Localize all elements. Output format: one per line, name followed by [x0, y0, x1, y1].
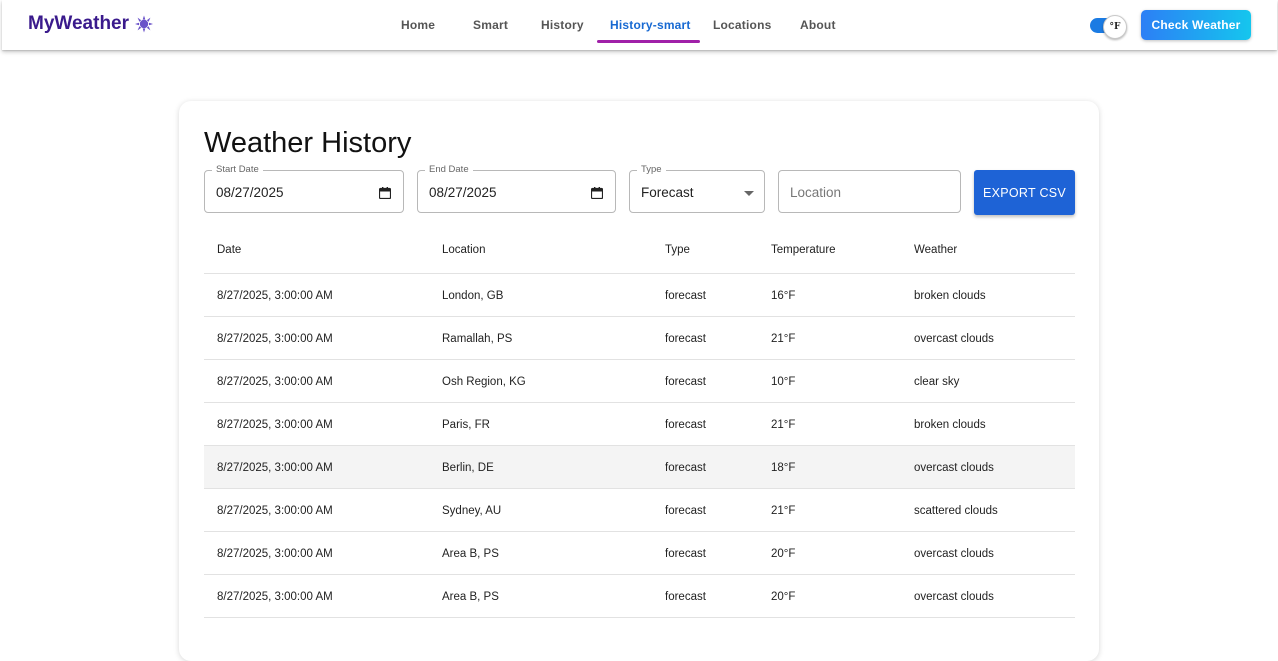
- start-date-label: Start Date: [212, 164, 263, 176]
- start-date-field[interactable]: Start Date 08/27/2025: [204, 164, 404, 213]
- end-date-label: End Date: [425, 164, 473, 176]
- table-cell-location: Area B, PS: [442, 548, 499, 560]
- table-cell-location: London, GB: [442, 290, 504, 302]
- table-row[interactable]: 8/27/2025, 3:00:00 AM Berlin, DE forecast 1…: [204, 446, 1075, 489]
- end-date-field[interactable]: End Date 08/27/2025: [417, 164, 616, 213]
- table-cell-temperature: 21°F: [771, 505, 796, 517]
- table-cell-type: forecast: [665, 462, 706, 474]
- table-cell-type: forecast: [665, 376, 706, 388]
- table-cell-location: Berlin, DE: [442, 462, 494, 474]
- table-cell-weather: overcast clouds: [914, 591, 994, 603]
- table-cell-date: 8/27/2025, 3:00:00 AM: [217, 419, 333, 431]
- nav-history[interactable]: History: [541, 18, 584, 32]
- chevron-down-icon: [744, 191, 754, 196]
- table-cell-weather: overcast clouds: [914, 548, 994, 560]
- table-cell-date: 8/27/2025, 3:00:00 AM: [217, 505, 333, 517]
- calendar-icon[interactable]: [590, 186, 604, 204]
- page-title: Weather History: [204, 127, 412, 159]
- column-header-weather[interactable]: Weather: [914, 244, 957, 256]
- column-header-date[interactable]: Date: [217, 244, 241, 256]
- check-weather-button[interactable]: Check Weather: [1141, 10, 1251, 40]
- location-placeholder: Location: [790, 185, 842, 200]
- table-cell-temperature: 10°F: [771, 376, 796, 388]
- table-cell-date: 8/27/2025, 3:00:00 AM: [217, 462, 333, 474]
- table-cell-location: Sydney, AU: [442, 505, 502, 517]
- table-row[interactable]: 8/27/2025, 3:00:00 AM Sydney, AU forecast 2…: [204, 489, 1075, 532]
- column-header-temperature[interactable]: Temperature: [771, 244, 836, 256]
- table-cell-weather: broken clouds: [914, 290, 986, 302]
- table-cell-date: 8/27/2025, 3:00:00 AM: [217, 290, 333, 302]
- history-table: Date Location Type Temperature Weather 8…: [204, 229, 1075, 618]
- weather-sun-icon: [134, 15, 154, 33]
- unit-toggle[interactable]: °F: [1089, 15, 1129, 39]
- export-csv-button[interactable]: EXPORT CSV: [974, 170, 1075, 215]
- table-cell-type: forecast: [665, 333, 706, 345]
- nav-home[interactable]: Home: [401, 18, 435, 32]
- table-cell-date: 8/27/2025, 3:00:00 AM: [217, 376, 333, 388]
- table-cell-weather: clear sky: [914, 376, 960, 388]
- table-cell-date: 8/27/2025, 3:00:00 AM: [217, 548, 333, 560]
- table-header: Date Location Type Temperature Weather: [204, 229, 1075, 274]
- type-select[interactable]: Type Forecast: [629, 164, 765, 213]
- table-row[interactable]: 8/27/2025, 3:00:00 AM Paris, FR forecast 21…: [204, 403, 1075, 446]
- table-cell-temperature: 20°F: [771, 591, 796, 603]
- table-cell-temperature: 20°F: [771, 548, 796, 560]
- end-date-value: 08/27/2025: [429, 185, 497, 200]
- table-cell-type: forecast: [665, 505, 706, 517]
- nav-about[interactable]: About: [800, 18, 836, 32]
- nav-history-smart[interactable]: History-smart: [610, 18, 691, 32]
- location-input[interactable]: Location: [778, 170, 961, 213]
- type-label: Type: [637, 164, 666, 176]
- start-date-value: 08/27/2025: [216, 185, 284, 200]
- table-row[interactable]: 8/27/2025, 3:00:00 AM Area B, PS forecast 2…: [204, 532, 1075, 575]
- table-body: 8/27/2025, 3:00:00 AM London, GB forecast 1…: [204, 274, 1075, 618]
- weather-history-card: Weather History Start Date 08/27/2025 En…: [179, 101, 1099, 661]
- table-cell-type: forecast: [665, 290, 706, 302]
- top-navbar: MyWeather Home Smart History History-sma…: [2, 0, 1277, 50]
- table-cell-location: Ramallah, PS: [442, 333, 513, 345]
- table-row[interactable]: 8/27/2025, 3:00:00 AM London, GB forecast 1…: [204, 274, 1075, 317]
- table-cell-weather: overcast clouds: [914, 333, 994, 345]
- type-value: Forecast: [641, 185, 694, 200]
- toggle-knob: °F: [1103, 15, 1127, 39]
- table-cell-temperature: 16°F: [771, 290, 796, 302]
- table-cell-date: 8/27/2025, 3:00:00 AM: [217, 333, 333, 345]
- table-cell-type: forecast: [665, 591, 706, 603]
- table-cell-date: 8/27/2025, 3:00:00 AM: [217, 591, 333, 603]
- table-cell-location: Area B, PS: [442, 591, 499, 603]
- nav-locations[interactable]: Locations: [713, 18, 771, 32]
- table-row[interactable]: 8/27/2025, 3:00:00 AM Ramallah, PS forecas…: [204, 317, 1075, 360]
- table-cell-weather: broken clouds: [914, 419, 986, 431]
- table-row[interactable]: 8/27/2025, 3:00:00 AM Area B, PS forecast 2…: [204, 575, 1075, 618]
- active-tab-indicator: [597, 40, 700, 43]
- calendar-icon[interactable]: [378, 186, 392, 204]
- table-cell-temperature: 21°F: [771, 333, 796, 345]
- table-cell-type: forecast: [665, 419, 706, 431]
- table-cell-type: forecast: [665, 548, 706, 560]
- table-cell-temperature: 18°F: [771, 462, 796, 474]
- brand-logo[interactable]: MyWeather: [28, 13, 154, 35]
- table-row[interactable]: 8/27/2025, 3:00:00 AM Osh Region, KG forec…: [204, 360, 1075, 403]
- column-header-type[interactable]: Type: [665, 244, 690, 256]
- column-header-location[interactable]: Location: [442, 244, 485, 256]
- brand-name: MyWeather: [28, 13, 130, 34]
- table-cell-temperature: 21°F: [771, 419, 796, 431]
- table-cell-location: Paris, FR: [442, 419, 490, 431]
- table-cell-weather: scattered clouds: [914, 505, 998, 517]
- table-cell-location: Osh Region, KG: [442, 376, 526, 388]
- nav-smart[interactable]: Smart: [473, 18, 508, 32]
- unit-label: °F: [1109, 22, 1121, 32]
- table-cell-weather: overcast clouds: [914, 462, 994, 474]
